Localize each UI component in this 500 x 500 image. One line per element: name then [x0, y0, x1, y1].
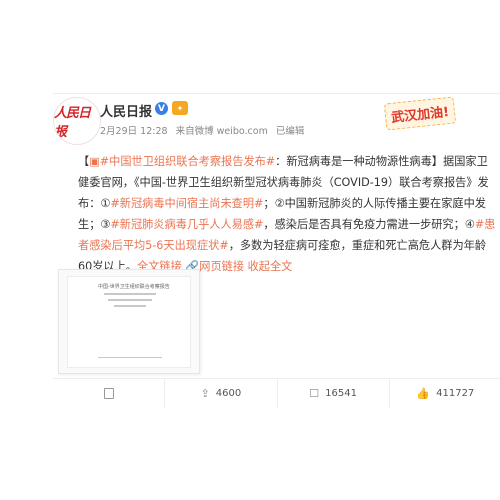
document-title: 中国-世界卫生组织联合考察报告: [98, 284, 170, 290]
like-count: 411727: [436, 388, 475, 399]
like-icon: 👍: [416, 387, 431, 400]
doc-line: [98, 357, 162, 358]
vip-icon: ✦: [172, 101, 188, 115]
post-source[interactable]: 来自微博 weibo.com: [176, 126, 268, 137]
avatar-logo-text: 人民日报: [54, 106, 91, 140]
attached-document-image[interactable]: 中国-世界卫生组织联合考察报告: [58, 269, 200, 374]
comment-count: 16541: [325, 388, 357, 399]
like-button[interactable]: 👍 411727: [390, 379, 500, 408]
post-body: 【▣#中国世卫组织联合考察报告发布#：新冠病毒是一种动物源性病毒】据国家卫健委官…: [78, 151, 496, 277]
share-count: 4600: [215, 388, 242, 399]
headline-text: ：新冠病毒是一种动物源性病毒: [275, 155, 432, 168]
share-icon: ⇪: [200, 387, 210, 400]
web-link[interactable]: 网页链接: [199, 260, 244, 273]
favorite-button[interactable]: [53, 379, 166, 408]
post-meta: 2月29日 12:28 来自微博 weibo.com 已编辑: [100, 123, 309, 137]
avatar[interactable]: 人民日报: [53, 97, 101, 145]
comment-icon: ☐: [309, 387, 320, 400]
comment-button[interactable]: ☐ 16541: [278, 379, 390, 408]
hashtag-2[interactable]: #新冠肺炎病毒几乎人人易感#: [110, 218, 263, 231]
topic-main-hashtag[interactable]: #中国世卫组织联合考察报告发布#: [100, 155, 275, 168]
hashtag-1[interactable]: #新冠病毒中间宿主尚未查明#: [110, 197, 263, 210]
post-edited: 已编辑: [275, 126, 305, 137]
doc-line: [114, 305, 146, 307]
post-time[interactable]: 2月29日 12:28: [100, 126, 168, 137]
body-part-3: ，感染后是否具有免疫力需进一步研究；④: [263, 218, 475, 231]
share-button[interactable]: ⇪ 4600: [165, 379, 278, 408]
document-page: 中国-世界卫生组织联合考察报告: [67, 276, 191, 368]
favorite-icon: [103, 388, 114, 399]
topic-icon: ▣: [89, 155, 100, 168]
bracket-open: 【: [78, 155, 90, 168]
post-action-bar: ⇪ 4600 ☐ 16541 👍 411727: [53, 378, 500, 408]
bracket-close: 】: [431, 155, 443, 168]
sticker-label: 武汉加油!: [390, 105, 450, 126]
post-author-name[interactable]: 人民日报: [100, 101, 152, 120]
doc-line: [104, 293, 156, 295]
verified-badge-icon: V: [155, 102, 168, 115]
doc-line: [108, 299, 152, 301]
collapse-full-text[interactable]: 收起全文: [248, 260, 293, 273]
